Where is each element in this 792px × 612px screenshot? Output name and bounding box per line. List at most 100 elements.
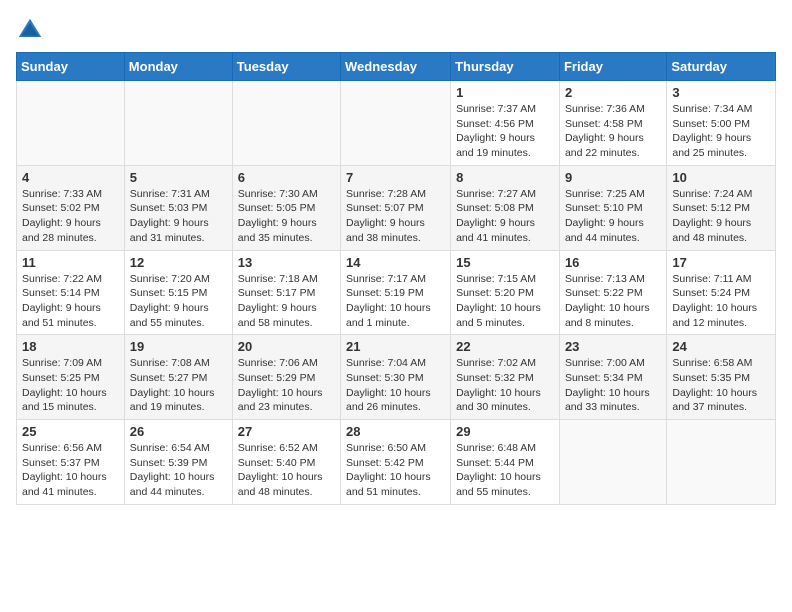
day-info: Sunrise: 6:50 AM Sunset: 5:42 PM Dayligh… xyxy=(346,441,445,500)
day-info: Sunrise: 6:52 AM Sunset: 5:40 PM Dayligh… xyxy=(238,441,335,500)
calendar-week-5: 25Sunrise: 6:56 AM Sunset: 5:37 PM Dayli… xyxy=(17,420,776,505)
day-info: Sunrise: 7:20 AM Sunset: 5:15 PM Dayligh… xyxy=(130,272,227,331)
calendar-cell xyxy=(559,420,666,505)
day-number: 11 xyxy=(22,255,119,270)
day-info: Sunrise: 7:18 AM Sunset: 5:17 PM Dayligh… xyxy=(238,272,335,331)
day-number: 3 xyxy=(672,85,770,100)
calendar-cell: 28 Sunrise: 6:50 AM Sunset: 5:42 PM Dayli… xyxy=(341,420,451,505)
calendar-cell: 25Sunrise: 6:56 AM Sunset: 5:37 PM Dayli… xyxy=(17,420,125,505)
day-info: Sunrise: 6:58 AM Sunset: 5:35 PM Dayligh… xyxy=(672,356,770,415)
calendar-cell: 5 Sunrise: 7:31 AM Sunset: 5:03 PM Daylig… xyxy=(124,165,232,250)
day-info: Sunrise: 7:22 AM Sunset: 5:14 PM Dayligh… xyxy=(22,272,119,331)
calendar-cell: 10 Sunrise: 7:24 AM Sunset: 5:12 PM Dayli… xyxy=(667,165,776,250)
calendar-cell: 19 Sunrise: 7:08 AM Sunset: 5:27 PM Dayli… xyxy=(124,335,232,420)
day-info: Sunrise: 7:15 AM Sunset: 5:20 PM Dayligh… xyxy=(456,272,554,331)
calendar-cell: 1 Sunrise: 7:37 AM Sunset: 4:56 PM Daylig… xyxy=(451,81,560,166)
calendar-cell: 2 Sunrise: 7:36 AM Sunset: 4:58 PM Daylig… xyxy=(559,81,666,166)
calendar-cell: 16 Sunrise: 7:13 AM Sunset: 5:22 PM Dayli… xyxy=(559,250,666,335)
day-info: Sunrise: 7:00 AM Sunset: 5:34 PM Dayligh… xyxy=(565,356,661,415)
day-info: Sunrise: 7:34 AM Sunset: 5:00 PM Dayligh… xyxy=(672,102,770,161)
calendar-cell: 21 Sunrise: 7:04 AM Sunset: 5:30 PM Dayli… xyxy=(341,335,451,420)
calendar-cell xyxy=(341,81,451,166)
day-number: 13 xyxy=(238,255,335,270)
day-info: Sunrise: 7:17 AM Sunset: 5:19 PM Dayligh… xyxy=(346,272,445,331)
calendar-cell: 23 Sunrise: 7:00 AM Sunset: 5:34 PM Dayli… xyxy=(559,335,666,420)
weekday-header-friday: Friday xyxy=(559,53,666,81)
day-info: Sunrise: 7:33 AM Sunset: 5:02 PM Dayligh… xyxy=(22,187,119,246)
day-info: Sunrise: 6:48 AM Sunset: 5:44 PM Dayligh… xyxy=(456,441,554,500)
weekday-header-wednesday: Wednesday xyxy=(341,53,451,81)
calendar-cell xyxy=(667,420,776,505)
calendar-week-1: 1 Sunrise: 7:37 AM Sunset: 4:56 PM Daylig… xyxy=(17,81,776,166)
day-info: Sunrise: 7:13 AM Sunset: 5:22 PM Dayligh… xyxy=(565,272,661,331)
logo-icon xyxy=(16,16,44,44)
day-number: 22 xyxy=(456,339,554,354)
calendar-cell: 13 Sunrise: 7:18 AM Sunset: 5:17 PM Dayli… xyxy=(232,250,340,335)
day-number: 10 xyxy=(672,170,770,185)
day-info: Sunrise: 7:06 AM Sunset: 5:29 PM Dayligh… xyxy=(238,356,335,415)
weekday-header-tuesday: Tuesday xyxy=(232,53,340,81)
day-number: 8 xyxy=(456,170,554,185)
day-number: 19 xyxy=(130,339,227,354)
day-info: Sunrise: 7:31 AM Sunset: 5:03 PM Dayligh… xyxy=(130,187,227,246)
day-number: 15 xyxy=(456,255,554,270)
day-number: 9 xyxy=(565,170,661,185)
day-number: 28 xyxy=(346,424,445,439)
day-info: Sunrise: 7:24 AM Sunset: 5:12 PM Dayligh… xyxy=(672,187,770,246)
day-info: Sunrise: 7:08 AM Sunset: 5:27 PM Dayligh… xyxy=(130,356,227,415)
day-info: Sunrise: 7:11 AM Sunset: 5:24 PM Dayligh… xyxy=(672,272,770,331)
day-number: 5 xyxy=(130,170,227,185)
calendar-cell: 11 Sunrise: 7:22 AM Sunset: 5:14 PM Dayli… xyxy=(17,250,125,335)
day-number: 1 xyxy=(456,85,554,100)
calendar-cell: 18 Sunrise: 7:09 AM Sunset: 5:25 PM Dayli… xyxy=(17,335,125,420)
day-info: Sunrise: 7:36 AM Sunset: 4:58 PM Dayligh… xyxy=(565,102,661,161)
day-number: 16 xyxy=(565,255,661,270)
day-info: Sunrise: 7:02 AM Sunset: 5:32 PM Dayligh… xyxy=(456,356,554,415)
day-number: 18 xyxy=(22,339,119,354)
day-info: Sunrise: 7:09 AM Sunset: 5:25 PM Dayligh… xyxy=(22,356,119,415)
calendar-cell: 29 Sunrise: 6:48 AM Sunset: 5:44 PM Dayli… xyxy=(451,420,560,505)
calendar-cell: 24 Sunrise: 6:58 AM Sunset: 5:35 PM Dayli… xyxy=(667,335,776,420)
weekday-header-saturday: Saturday xyxy=(667,53,776,81)
weekday-header-row: SundayMondayTuesdayWednesdayThursdayFrid… xyxy=(17,53,776,81)
day-number: 17 xyxy=(672,255,770,270)
calendar-cell: 7Sunrise: 7:28 AM Sunset: 5:07 PM Daylig… xyxy=(341,165,451,250)
day-number: 27 xyxy=(238,424,335,439)
calendar-cell: 9 Sunrise: 7:25 AM Sunset: 5:10 PM Daylig… xyxy=(559,165,666,250)
day-info: Sunrise: 6:56 AM Sunset: 5:37 PM Dayligh… xyxy=(22,441,119,500)
calendar-cell xyxy=(232,81,340,166)
day-info: Sunrise: 7:04 AM Sunset: 5:30 PM Dayligh… xyxy=(346,356,445,415)
day-info: Sunrise: 7:37 AM Sunset: 4:56 PM Dayligh… xyxy=(456,102,554,161)
day-number: 4 xyxy=(22,170,119,185)
day-info: Sunrise: 7:28 AM Sunset: 5:07 PM Dayligh… xyxy=(346,187,445,246)
day-number: 23 xyxy=(565,339,661,354)
day-info: Sunrise: 7:25 AM Sunset: 5:10 PM Dayligh… xyxy=(565,187,661,246)
weekday-header-monday: Monday xyxy=(124,53,232,81)
header xyxy=(16,16,776,44)
day-info: Sunrise: 7:27 AM Sunset: 5:08 PM Dayligh… xyxy=(456,187,554,246)
calendar-week-4: 18 Sunrise: 7:09 AM Sunset: 5:25 PM Dayli… xyxy=(17,335,776,420)
weekday-header-sunday: Sunday xyxy=(17,53,125,81)
calendar-cell: 20 Sunrise: 7:06 AM Sunset: 5:29 PM Dayli… xyxy=(232,335,340,420)
day-number: 29 xyxy=(456,424,554,439)
day-number: 24 xyxy=(672,339,770,354)
calendar-body: 1 Sunrise: 7:37 AM Sunset: 4:56 PM Daylig… xyxy=(17,81,776,505)
day-info: Sunrise: 6:54 AM Sunset: 5:39 PM Dayligh… xyxy=(130,441,227,500)
calendar-week-3: 11 Sunrise: 7:22 AM Sunset: 5:14 PM Dayli… xyxy=(17,250,776,335)
calendar-cell: 17 Sunrise: 7:11 AM Sunset: 5:24 PM Dayli… xyxy=(667,250,776,335)
weekday-header-thursday: Thursday xyxy=(451,53,560,81)
day-number: 20 xyxy=(238,339,335,354)
calendar: SundayMondayTuesdayWednesdayThursdayFrid… xyxy=(16,52,776,505)
calendar-cell: 6Sunrise: 7:30 AM Sunset: 5:05 PM Daylig… xyxy=(232,165,340,250)
day-number: 26 xyxy=(130,424,227,439)
calendar-cell: 12Sunrise: 7:20 AM Sunset: 5:15 PM Dayli… xyxy=(124,250,232,335)
calendar-cell xyxy=(17,81,125,166)
day-number: 21 xyxy=(346,339,445,354)
calendar-cell: 26 Sunrise: 6:54 AM Sunset: 5:39 PM Dayli… xyxy=(124,420,232,505)
logo xyxy=(16,16,48,44)
day-number: 2 xyxy=(565,85,661,100)
day-number: 6 xyxy=(238,170,335,185)
calendar-cell: 4 Sunrise: 7:33 AM Sunset: 5:02 PM Daylig… xyxy=(17,165,125,250)
calendar-cell xyxy=(124,81,232,166)
day-number: 14 xyxy=(346,255,445,270)
